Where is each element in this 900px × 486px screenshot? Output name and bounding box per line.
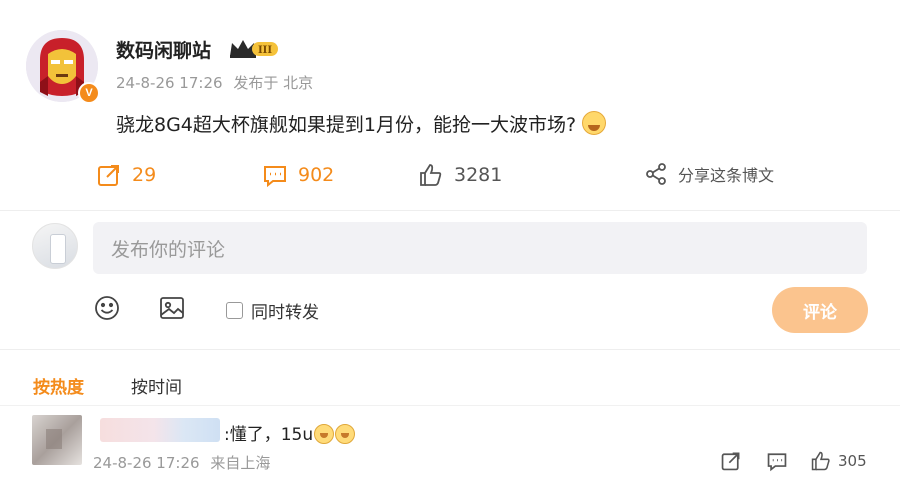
comment-like-count: 305 [838, 452, 867, 470]
post-location: 发布于 北京 [233, 74, 314, 92]
comment-content: :懂了，15u [224, 420, 356, 445]
divider [0, 210, 900, 211]
laughing-face-emoji-icon [335, 424, 356, 444]
comment-reply-button[interactable] [766, 450, 788, 472]
post-meta: 24-8-26 17:26 发布于 北京 [116, 72, 319, 93]
emoji-button[interactable] [93, 294, 121, 322]
comment-button[interactable]: 902 [262, 162, 334, 188]
post-action-bar: 29 902 3281 分享这条博文 [0, 162, 900, 198]
like-button[interactable]: 3281 [418, 162, 502, 188]
emoji-icon [93, 294, 121, 322]
repost-count: 29 [132, 164, 157, 186]
image-upload-button[interactable] [158, 294, 186, 322]
divider [0, 405, 900, 406]
commenter-avatar[interactable] [32, 415, 82, 465]
divider [0, 349, 900, 350]
repost-icon [96, 162, 122, 188]
comment-meta: 24-8-26 17:26 来自上海 [93, 452, 276, 473]
laughing-face-emoji-icon [314, 424, 335, 444]
comment-text: :懂了，15u [224, 425, 314, 445]
image-icon [158, 294, 186, 322]
tab-sort-by-hot[interactable]: 按热度 [33, 373, 84, 398]
current-user-avatar[interactable] [32, 223, 78, 269]
comment-like-button[interactable]: 305 [810, 450, 867, 472]
comment-icon [262, 162, 288, 188]
like-icon [418, 162, 444, 188]
post-content: 骁龙8G4超大杯旗舰如果提到1月份，能抢一大波市场? [116, 110, 607, 137]
checkbox-box[interactable] [226, 302, 243, 319]
level-badge-text: III [258, 45, 272, 56]
comment-repost-button[interactable] [720, 450, 742, 472]
comment-input-placeholder: 发布你的评论 [111, 238, 226, 261]
comment-date: 24-8-26 17:26 [93, 454, 200, 472]
repost-button[interactable]: 29 [96, 162, 156, 188]
author-avatar[interactable]: V [26, 30, 100, 104]
post-date[interactable]: 24-8-26 17:26 [116, 74, 223, 92]
commenter-name-blurred[interactable] [100, 418, 220, 442]
comment-count: 902 [298, 164, 335, 186]
comment-location: 来自上海 [210, 454, 271, 472]
sad-face-emoji-icon [582, 111, 607, 135]
repost-icon [720, 450, 742, 472]
share-label: 分享这条博文 [678, 166, 775, 185]
comment-input[interactable]: 发布你的评论 [93, 222, 867, 274]
share-icon [644, 162, 668, 186]
submit-comment-button[interactable]: 评论 [772, 287, 868, 333]
like-icon [810, 450, 832, 472]
tab-sort-by-time[interactable]: 按时间 [131, 373, 182, 398]
author-name[interactable]: 数码闲聊站 [116, 36, 211, 63]
post-text: 骁龙8G4超大杯旗舰如果提到1月份，能抢一大波市场? [116, 114, 577, 136]
share-button[interactable]: 分享这条博文 [644, 162, 774, 186]
crown-level-icon[interactable]: III [228, 38, 280, 60]
verified-icon: V [78, 82, 100, 104]
like-count: 3281 [454, 164, 503, 186]
comment-icon [766, 450, 788, 472]
repost-too-checkbox[interactable]: 同时转发 [226, 298, 319, 323]
repost-too-label: 同时转发 [251, 303, 319, 323]
